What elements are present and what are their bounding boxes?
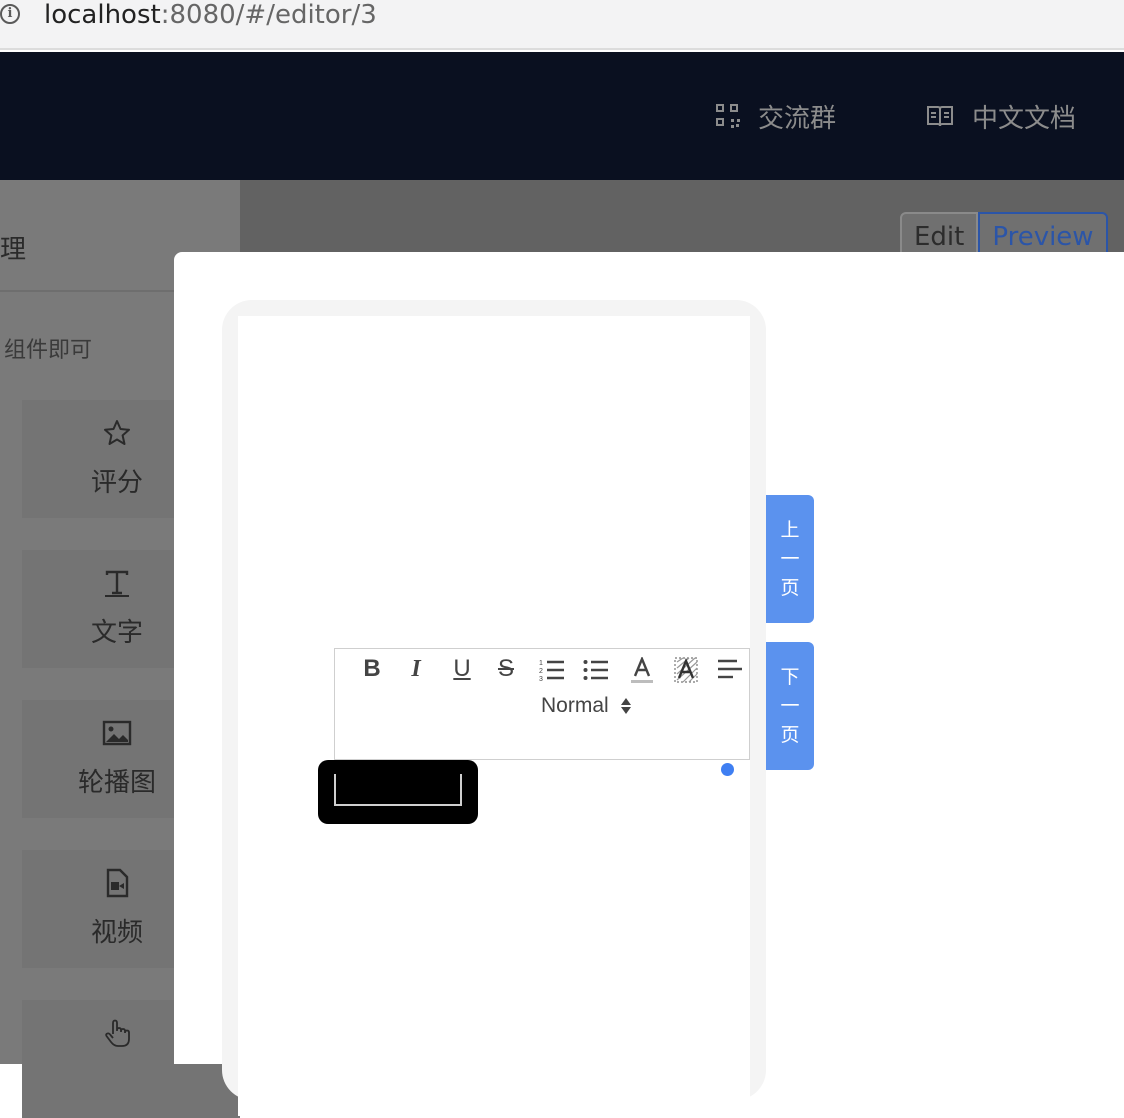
ordered-list-icon[interactable]: 1 2 3 xyxy=(539,657,565,683)
prev-page-char: 上 xyxy=(780,518,800,541)
nav-chinese-docs-label: 中文文档 xyxy=(972,103,1077,134)
bullet-list-icon[interactable] xyxy=(583,657,609,683)
svg-text:2: 2 xyxy=(539,668,543,675)
text-element-input[interactable] xyxy=(334,774,462,806)
next-page-char: 页 xyxy=(780,723,800,746)
rich-text-toolbar: B I U S 1 2 3 Normal xyxy=(334,648,750,760)
sidebar-hint: 组件即可 xyxy=(4,338,93,363)
text-color-icon[interactable] xyxy=(629,657,655,685)
app-header: 交流群 中文文档 xyxy=(0,52,1124,180)
video-icon xyxy=(102,868,132,898)
select-arrows-icon xyxy=(620,696,631,716)
url-text[interactable]: localhost:8080/#/editor/3 xyxy=(44,0,377,30)
selected-text-element[interactable] xyxy=(318,760,478,824)
align-left-icon[interactable] xyxy=(717,657,743,683)
sidebar-title-text: 理 xyxy=(0,235,27,265)
preview-modal: B I U S 1 2 3 Normal 上 一 页 下 一 页 xyxy=(174,252,1124,1116)
url-path: :8080/#/editor/3 xyxy=(160,0,377,30)
nav-group-chat-label: 交流群 xyxy=(758,103,837,134)
font-size-select[interactable]: Normal xyxy=(541,691,631,721)
browser-address-bar[interactable]: i localhost:8080/#/editor/3 xyxy=(0,0,1124,50)
font-size-value: Normal xyxy=(541,694,609,717)
strikethrough-button[interactable]: S xyxy=(489,653,523,685)
prev-page-char: 页 xyxy=(780,576,800,599)
info-icon[interactable]: i xyxy=(0,4,20,24)
text-icon xyxy=(102,568,132,598)
next-page-button[interactable]: 下 一 页 xyxy=(766,642,814,770)
italic-button[interactable]: I xyxy=(399,653,433,685)
picture-icon xyxy=(102,718,132,748)
next-page-char: 下 xyxy=(780,665,800,688)
star-icon xyxy=(102,418,132,448)
pointer-hand-icon xyxy=(102,1018,132,1048)
url-host: localhost xyxy=(44,0,161,30)
next-page-char: 一 xyxy=(780,694,800,717)
svg-text:3: 3 xyxy=(539,676,543,683)
nav-group-chat[interactable]: 交流群 xyxy=(716,96,836,136)
svg-text:1: 1 xyxy=(539,660,543,667)
background-color-icon[interactable] xyxy=(673,657,699,685)
prev-page-button[interactable]: 上 一 页 xyxy=(766,495,814,623)
book-icon xyxy=(926,104,954,128)
qrcode-icon xyxy=(716,104,740,128)
prev-page-char: 一 xyxy=(780,547,800,570)
underline-button[interactable]: U xyxy=(445,653,479,685)
nav-chinese-docs[interactable]: 中文文档 xyxy=(926,96,1076,136)
bold-button[interactable]: B xyxy=(355,653,389,685)
resize-handle[interactable] xyxy=(721,763,734,776)
